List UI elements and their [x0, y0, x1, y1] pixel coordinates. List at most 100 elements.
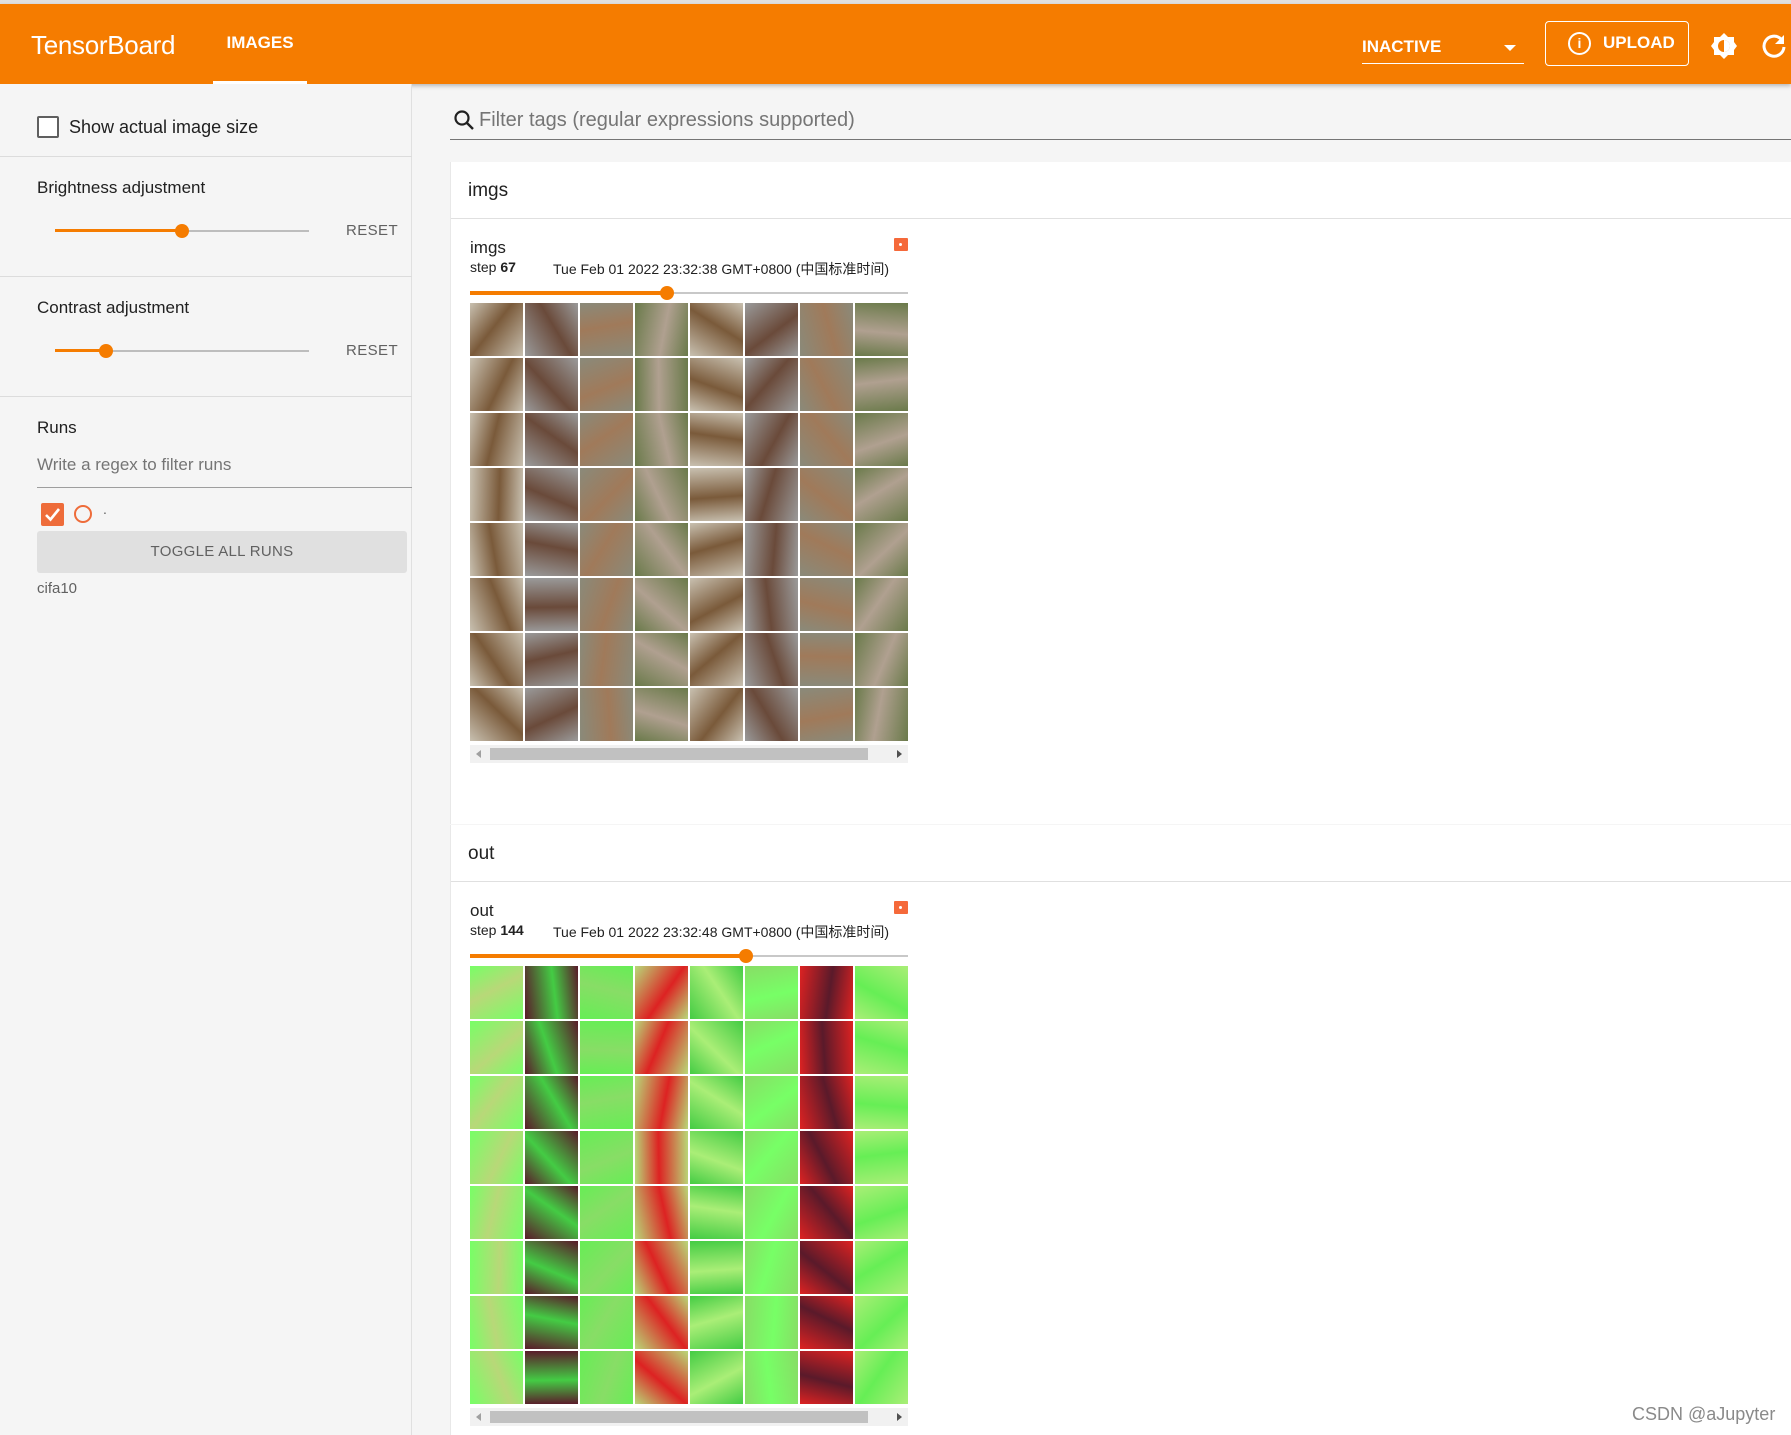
image-thumbnail: [470, 1021, 523, 1074]
brightness-slider-thumb[interactable]: [175, 224, 189, 238]
image-thumbnail: [745, 1296, 798, 1349]
image-thumbnail: [470, 578, 523, 631]
toggle-all-runs-button[interactable]: TOGGLE ALL RUNS: [37, 531, 407, 573]
image-thumbnail: [525, 523, 578, 576]
image-thumbnail: [690, 1131, 743, 1184]
image-thumbnail: [470, 633, 523, 686]
scrollbar-thumb[interactable]: [490, 1411, 868, 1423]
image-thumbnail: [855, 578, 908, 631]
scroll-right-icon[interactable]: [897, 750, 902, 758]
image-grid: [470, 966, 908, 1404]
run-color-radio[interactable]: [74, 505, 92, 523]
horizontal-scrollbar[interactable]: [470, 745, 908, 763]
image-thumbnail: [855, 358, 908, 411]
image-thumbnail: [800, 1241, 853, 1294]
image-thumbnail: [525, 1351, 578, 1404]
image-thumbnail: [690, 1351, 743, 1404]
image-thumbnail: [470, 468, 523, 521]
image-thumbnail: [690, 1076, 743, 1129]
image-thumbnail: [745, 413, 798, 466]
image-thumbnail: [580, 1076, 633, 1129]
image-thumbnail: [800, 966, 853, 1019]
brightness-reset-button[interactable]: RESET: [346, 222, 398, 239]
image-thumbnail: [580, 578, 633, 631]
card-step-label: step: [470, 259, 497, 275]
image-thumbnail: [745, 523, 798, 576]
step-slider-thumb[interactable]: [660, 286, 675, 300]
image-thumbnail: [525, 1021, 578, 1074]
scroll-right-icon[interactable]: [897, 1413, 902, 1421]
image-thumbnail: [855, 523, 908, 576]
image-thumbnail: [580, 358, 633, 411]
image-thumbnail: [855, 1131, 908, 1184]
image-thumbnail: [470, 358, 523, 411]
image-thumbnail: [525, 303, 578, 356]
image-grid: [470, 303, 908, 741]
image-thumbnail: [580, 1186, 633, 1239]
image-thumbnail: [745, 578, 798, 631]
card-timestamp: Tue Feb 01 2022 23:32:48 GMT+0800 (中国标准时…: [553, 924, 890, 940]
brightness-slider[interactable]: [55, 221, 309, 241]
image-thumbnail: [525, 688, 578, 741]
tab-images-label: IMAGES: [226, 33, 294, 52]
run-color-flag-icon: [894, 238, 908, 251]
image-thumbnail: [855, 633, 908, 686]
image-thumbnail: [855, 1351, 908, 1404]
image-thumbnail: [580, 303, 633, 356]
image-thumbnail: [800, 1186, 853, 1239]
scrollbar-thumb[interactable]: [490, 748, 868, 760]
image-thumbnail: [855, 1021, 908, 1074]
image-thumbnail: [745, 358, 798, 411]
plugin-select-dropdown[interactable]: INACTIVE: [1362, 30, 1524, 64]
image-thumbnail: [690, 358, 743, 411]
image-thumbnail: [580, 688, 633, 741]
step-slider[interactable]: [470, 286, 908, 300]
image-thumbnail: [525, 1186, 578, 1239]
image-thumbnail: [800, 1021, 853, 1074]
image-thumbnail: [855, 1296, 908, 1349]
contrast-slider-thumb[interactable]: [98, 344, 113, 358]
image-thumbnail: [745, 633, 798, 686]
image-thumbnail: [470, 523, 523, 576]
refresh-icon[interactable]: [1760, 32, 1788, 60]
image-thumbnail: [690, 633, 743, 686]
image-thumbnail: [800, 1076, 853, 1129]
image-thumbnail: [580, 1296, 633, 1349]
image-thumbnail: [745, 1131, 798, 1184]
scroll-left-icon[interactable]: [476, 1413, 481, 1421]
contrast-reset-button[interactable]: RESET: [346, 342, 398, 359]
run-filter-input[interactable]: Write a regex to filter runs: [37, 448, 412, 488]
upload-button[interactable]: i UPLOAD: [1545, 21, 1689, 66]
image-thumbnail: [800, 303, 853, 356]
image-thumbnail: [855, 468, 908, 521]
contrast-slider[interactable]: [55, 341, 309, 361]
image-thumbnail: [800, 1351, 853, 1404]
image-thumbnail: [745, 468, 798, 521]
brightness-icon[interactable]: [1710, 32, 1738, 60]
tag-group-header[interactable]: imgs: [451, 162, 1791, 219]
image-thumbnail: [525, 468, 578, 521]
run-color-flag-icon: [894, 901, 908, 914]
image-thumbnail: [525, 1076, 578, 1129]
card-step: step 67: [470, 259, 516, 275]
card-timestamp: Tue Feb 01 2022 23:32:38 GMT+0800 (中国标准时…: [553, 261, 890, 277]
scroll-left-icon[interactable]: [476, 750, 481, 758]
image-thumbnail: [470, 303, 523, 356]
image-thumbnail: [470, 413, 523, 466]
sidebar-divider: [0, 276, 412, 277]
image-thumbnail: [525, 358, 578, 411]
step-slider[interactable]: [470, 949, 908, 963]
step-slider-thumb[interactable]: [738, 949, 753, 963]
tag-filter-input[interactable]: Filter tags (regular expressions support…: [450, 100, 1791, 140]
image-thumbnail: [635, 1021, 688, 1074]
image-thumbnail: [635, 1186, 688, 1239]
image-thumbnail: [580, 1131, 633, 1184]
tab-images[interactable]: IMAGES: [213, 4, 307, 84]
run-checkbox[interactable]: [41, 503, 64, 526]
horizontal-scrollbar[interactable]: [470, 1408, 908, 1426]
image-thumbnail: [580, 468, 633, 521]
tag-group-header[interactable]: out: [451, 825, 1791, 882]
image-thumbnail: [690, 966, 743, 1019]
image-thumbnail: [580, 633, 633, 686]
show-actual-size-checkbox[interactable]: [37, 116, 59, 138]
